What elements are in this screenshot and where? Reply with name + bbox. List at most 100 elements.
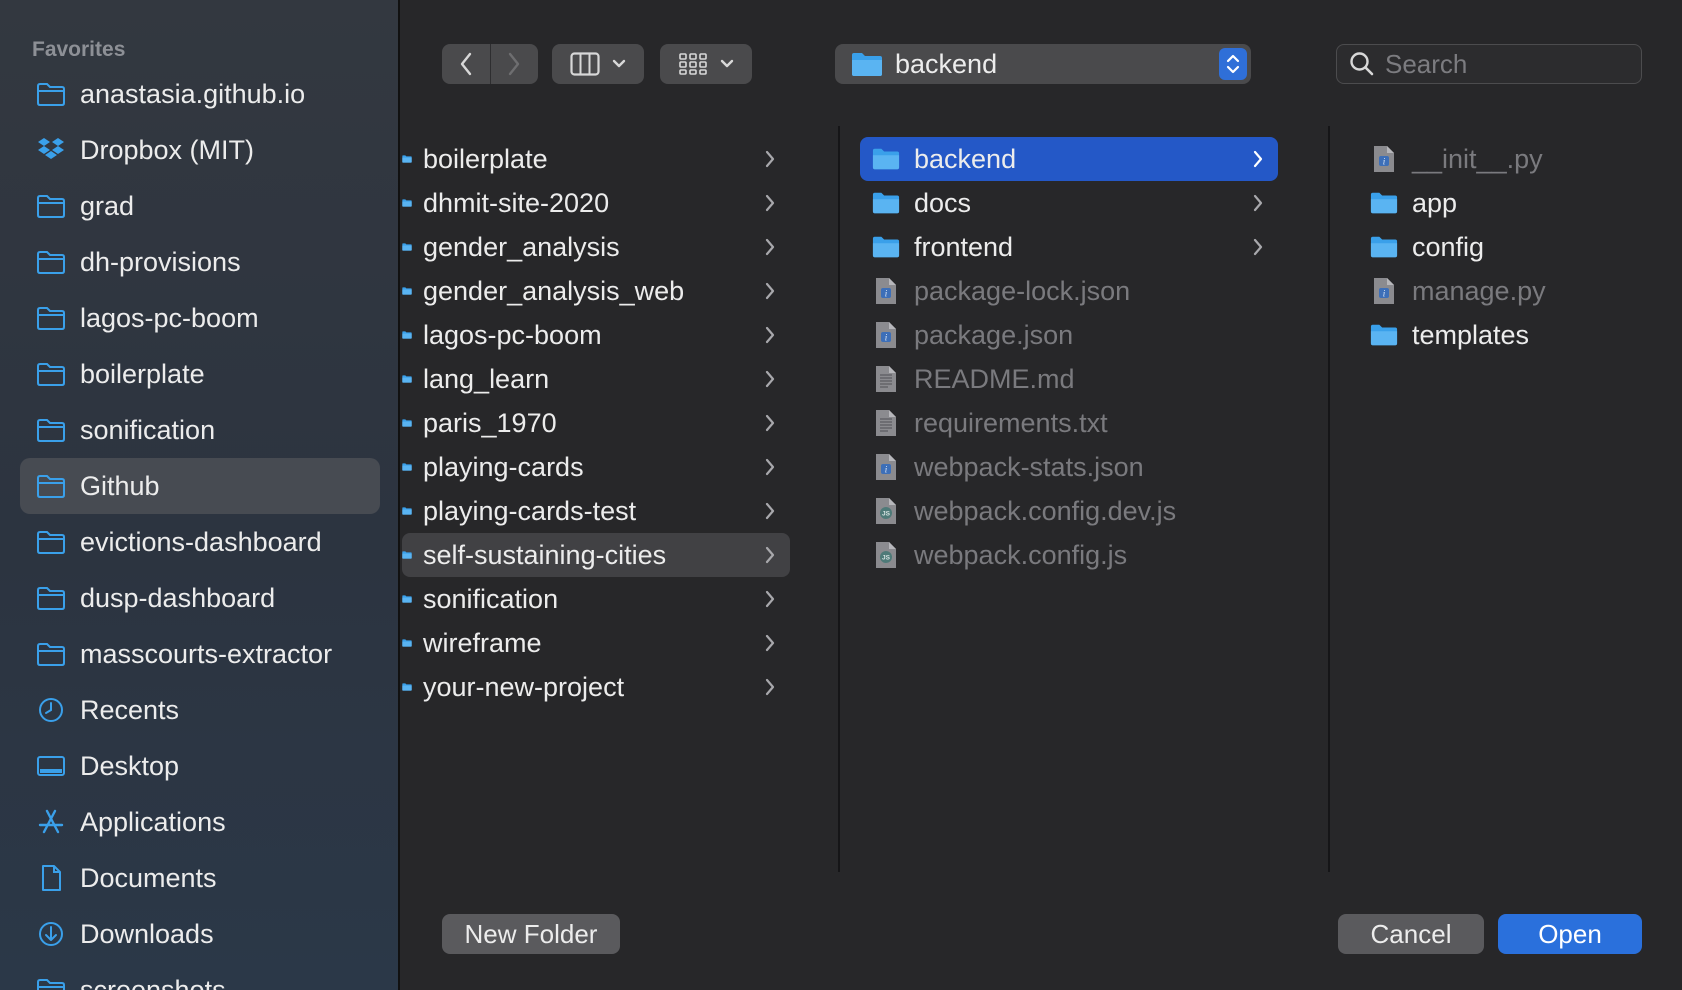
- item-label: manage.py: [1412, 275, 1546, 306]
- sidebar-item-anastasia-github-io[interactable]: anastasia.github.io: [20, 66, 380, 122]
- item-label: README.md: [914, 363, 1075, 394]
- folder-icon: [402, 585, 412, 613]
- dialog-footer: New Folder Cancel Open: [402, 872, 1682, 990]
- folder-icon: [402, 453, 412, 481]
- text-file-icon: [872, 409, 900, 437]
- column-divider: [1328, 126, 1330, 872]
- folder-icon: [1370, 321, 1398, 349]
- folder-icon: [402, 629, 412, 657]
- item-label: package-lock.json: [914, 275, 1131, 306]
- column-3: i __init__.py app config i manage.py templates: [1350, 126, 1680, 872]
- group-view-button[interactable]: [660, 44, 752, 84]
- folder-row[interactable]: frontend: [860, 225, 1278, 269]
- item-label: webpack-stats.json: [914, 451, 1144, 482]
- folder-row[interactable]: wireframe: [402, 621, 790, 665]
- toolbar: backend: [402, 0, 1682, 120]
- folder-icon: [1370, 233, 1398, 261]
- sidebar-item-lagos-pc-boom[interactable]: lagos-pc-boom: [20, 290, 380, 346]
- folder-icon: [36, 415, 66, 445]
- item-label: lang_learn: [423, 363, 550, 394]
- sidebar-item-dusp-dashboard[interactable]: dusp-dashboard: [20, 570, 380, 626]
- folder-row[interactable]: config: [1350, 225, 1670, 269]
- file-row[interactable]: requirements.txt: [860, 401, 1278, 445]
- folder-row[interactable]: templates: [1350, 313, 1670, 357]
- file-row[interactable]: i __init__.py: [1350, 137, 1670, 181]
- search-field[interactable]: [1336, 44, 1642, 84]
- folder-row[interactable]: gender_analysis_web: [402, 269, 790, 313]
- search-input[interactable]: [1385, 48, 1625, 80]
- item-label: dhmit-site-2020: [423, 187, 610, 218]
- folder-row[interactable]: playing-cards-test: [402, 489, 790, 533]
- folder-icon: [402, 321, 412, 349]
- path-popup-label: backend: [895, 48, 998, 79]
- folder-icon: [402, 189, 412, 217]
- file-open-dialog: Favorites anastasia.github.io Dropbox (MI…: [0, 0, 1682, 990]
- sidebar-item-desktop[interactable]: Desktop: [20, 738, 380, 794]
- file-row[interactable]: i package-lock.json: [860, 269, 1278, 313]
- sidebar-item-masscourts-extractor[interactable]: masscourts-extractor: [20, 626, 380, 682]
- folder-icon: [36, 583, 66, 613]
- folder-icon: [402, 541, 412, 569]
- navigation-buttons: [442, 44, 538, 84]
- sidebar-item-dh-provisions[interactable]: dh-provisions: [20, 234, 380, 290]
- sidebar-item-applications[interactable]: Applications: [20, 794, 380, 850]
- sidebar-section-favorites: Favorites: [32, 38, 126, 61]
- sidebar-item-sonification[interactable]: sonification: [20, 402, 380, 458]
- chevron-right-icon: [764, 545, 776, 570]
- sidebar-item-label: anastasia.github.io: [80, 78, 306, 109]
- sidebar-item-grad[interactable]: grad: [20, 178, 380, 234]
- sidebar-item-label: screenshots: [80, 974, 226, 990]
- sidebar-item-label: dusp-dashboard: [80, 582, 276, 613]
- item-label: playing-cards: [423, 451, 584, 482]
- sidebar-item-github[interactable]: Github: [20, 458, 380, 514]
- folder-row[interactable]: lagos-pc-boom: [402, 313, 790, 357]
- folder-row[interactable]: app: [1350, 181, 1670, 225]
- file-row[interactable]: README.md: [860, 357, 1278, 401]
- sidebar-item-evictions-dashboard[interactable]: evictions-dashboard: [20, 514, 380, 570]
- cancel-button[interactable]: Cancel: [1338, 914, 1484, 954]
- item-label: backend: [914, 143, 1017, 174]
- folder-icon: [402, 497, 412, 525]
- folder-row[interactable]: backend: [860, 137, 1278, 181]
- sidebar-item-label: Recents: [80, 694, 180, 725]
- sidebar-item-dropbox-mit-[interactable]: Dropbox (MIT): [20, 122, 380, 178]
- sidebar-item-recents[interactable]: Recents: [20, 682, 380, 738]
- folder-row[interactable]: your-new-project: [402, 665, 790, 709]
- sidebar-item-label: boilerplate: [80, 358, 205, 389]
- forward-button[interactable]: [490, 44, 538, 84]
- item-label: gender_analysis: [423, 231, 620, 262]
- file-row[interactable]: i webpack-stats.json: [860, 445, 1278, 489]
- column-view-button[interactable]: [552, 44, 644, 84]
- folder-icon: [36, 471, 66, 501]
- sidebar-item-screenshots[interactable]: screenshots: [20, 962, 380, 990]
- file-row[interactable]: JS webpack.config.js: [860, 533, 1278, 577]
- clock-icon: [36, 695, 66, 725]
- folder-row[interactable]: docs: [860, 181, 1278, 225]
- file-row[interactable]: i manage.py: [1350, 269, 1670, 313]
- chevron-right-icon: [764, 413, 776, 438]
- folder-row[interactable]: lang_learn: [402, 357, 790, 401]
- item-label: your-new-project: [423, 671, 625, 702]
- item-label: package.json: [914, 319, 1074, 350]
- folder-row[interactable]: dhmit-site-2020: [402, 181, 790, 225]
- folder-row[interactable]: playing-cards: [402, 445, 790, 489]
- sidebar-item-label: grad: [80, 190, 135, 221]
- open-button[interactable]: Open: [1498, 914, 1642, 954]
- item-label: webpack.config.js: [914, 539, 1128, 570]
- folder-row[interactable]: sonification: [402, 577, 790, 621]
- chevron-down-icon: [720, 59, 734, 68]
- sidebar-item-boilerplate[interactable]: boilerplate: [20, 346, 380, 402]
- folder-row[interactable]: self-sustaining-cities: [402, 533, 790, 577]
- sidebar-item-downloads[interactable]: Downloads: [20, 906, 380, 962]
- folder-row[interactable]: paris_1970: [402, 401, 790, 445]
- back-button[interactable]: [442, 44, 490, 84]
- folder-row[interactable]: gender_analysis: [402, 225, 790, 269]
- grid-view-icon: [679, 53, 707, 75]
- path-popup-button[interactable]: backend: [835, 44, 1251, 84]
- new-folder-button[interactable]: New Folder: [442, 914, 620, 954]
- folder-row[interactable]: boilerplate: [402, 137, 790, 181]
- sidebar-item-documents[interactable]: Documents: [20, 850, 380, 906]
- file-row[interactable]: i package.json: [860, 313, 1278, 357]
- column-divider: [838, 126, 840, 872]
- file-row[interactable]: JS webpack.config.dev.js: [860, 489, 1278, 533]
